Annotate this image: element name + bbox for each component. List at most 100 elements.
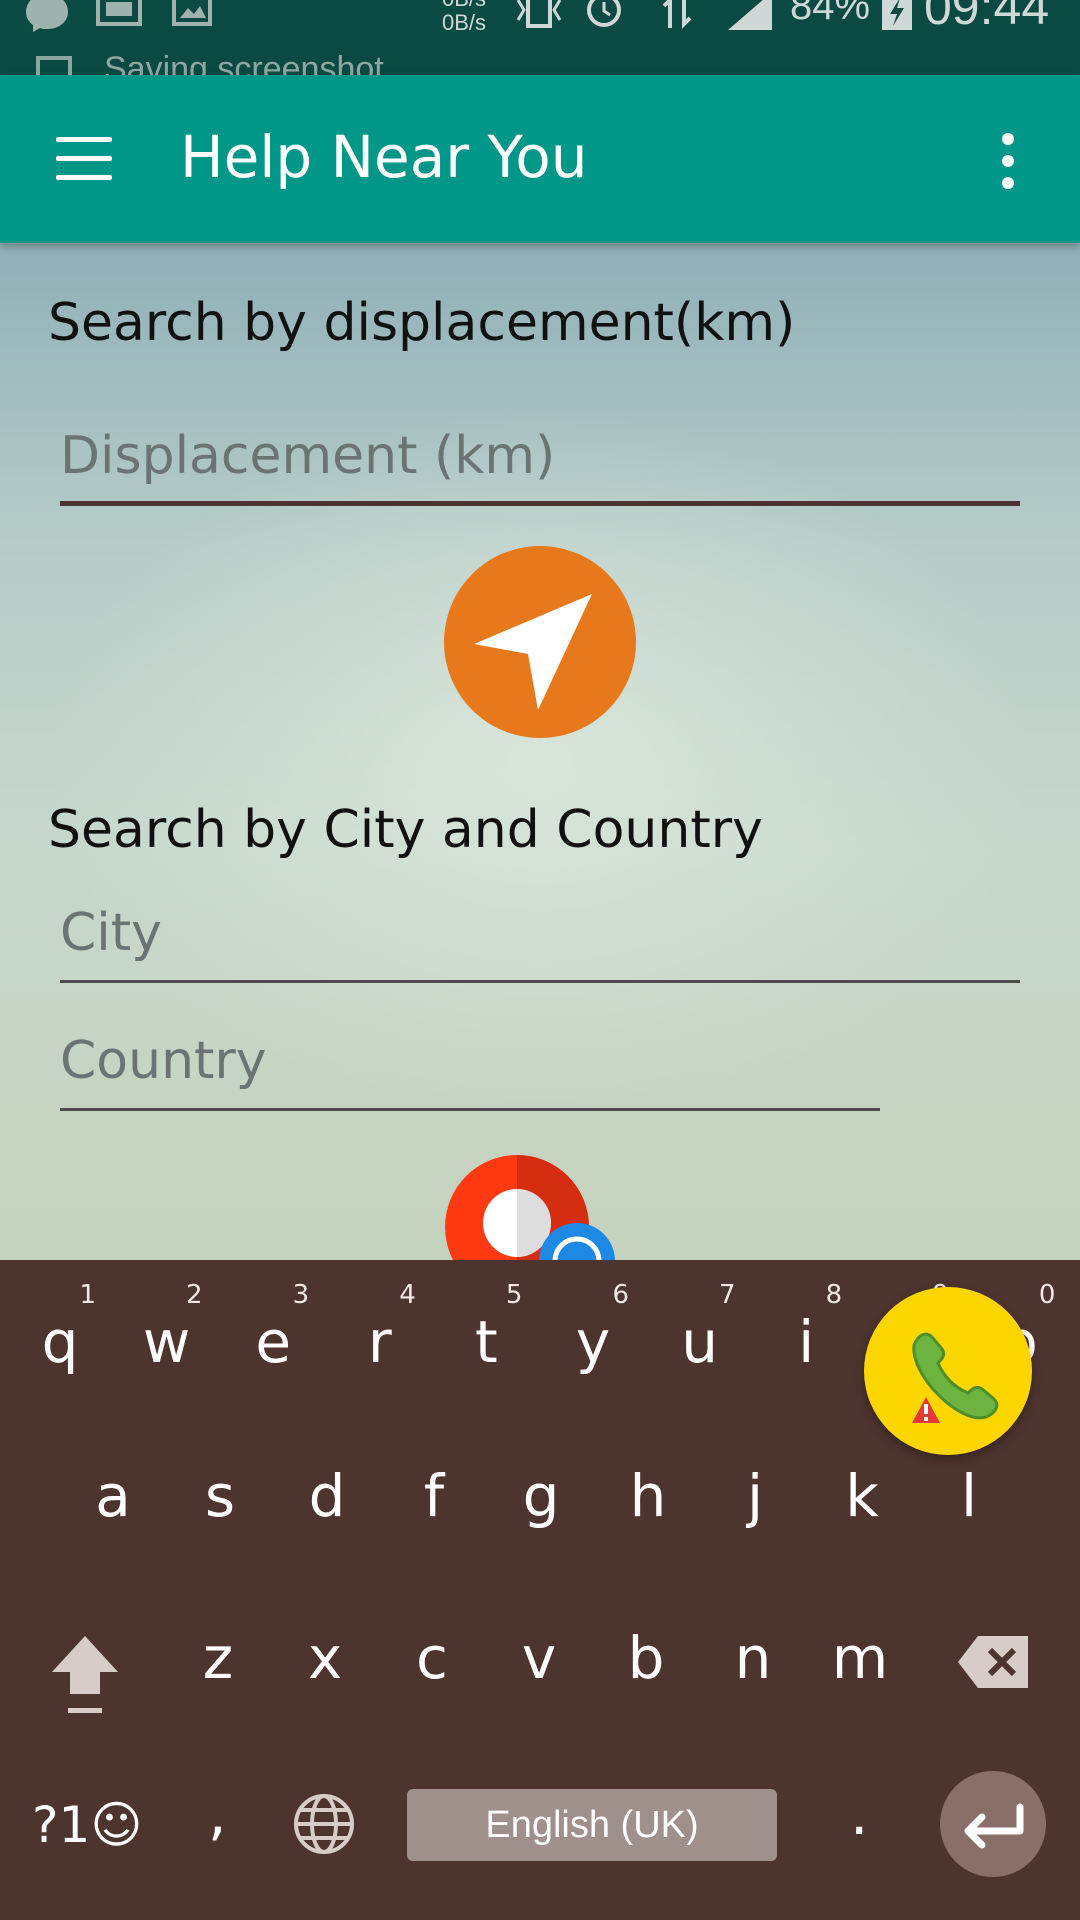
app-bar: Help Near You bbox=[0, 75, 1080, 243]
emergency-call-button[interactable] bbox=[864, 1287, 1032, 1455]
comma-key[interactable]: , bbox=[208, 1780, 226, 1848]
key-i[interactable]: 8i bbox=[758, 1260, 854, 1390]
key-v[interactable]: v bbox=[491, 1582, 587, 1712]
vibrate-icon bbox=[516, 0, 562, 28]
city-country-section-title: Search by City and Country bbox=[48, 800, 763, 860]
keyboard-notification-icon bbox=[96, 0, 142, 26]
key-label: j bbox=[746, 1462, 764, 1530]
key-label: l bbox=[960, 1462, 978, 1530]
notification-ticker: Saving screenshot... bbox=[104, 50, 413, 75]
key-label: h bbox=[629, 1462, 667, 1530]
key-f[interactable]: f bbox=[386, 1420, 482, 1550]
search-by-city-button[interactable] bbox=[443, 1153, 623, 1260]
country-input[interactable] bbox=[60, 1021, 880, 1101]
key-s[interactable]: s bbox=[172, 1420, 268, 1550]
key-e[interactable]: 3e bbox=[225, 1260, 321, 1390]
battery-percent: 84% bbox=[790, 0, 871, 28]
data-transfer-icon bbox=[662, 0, 692, 29]
country-underline bbox=[60, 1108, 880, 1111]
symbols-key[interactable]: ?1☺ bbox=[32, 1796, 142, 1854]
key-hint: 2 bbox=[186, 1280, 203, 1310]
key-m[interactable]: m bbox=[812, 1582, 908, 1712]
key-d[interactable]: d bbox=[279, 1420, 375, 1550]
key-g[interactable]: g bbox=[493, 1420, 589, 1550]
key-hint: 5 bbox=[505, 1280, 523, 1310]
alarm-icon bbox=[587, 0, 621, 27]
messenger-icon bbox=[26, 0, 68, 32]
key-label: x bbox=[307, 1624, 343, 1692]
key-label: d bbox=[308, 1462, 346, 1530]
image-notification-icon bbox=[172, 0, 212, 26]
key-label: y bbox=[575, 1308, 611, 1376]
key-hint: 4 bbox=[399, 1280, 416, 1310]
key-h[interactable]: h bbox=[600, 1420, 696, 1550]
key-c[interactable]: c bbox=[384, 1582, 480, 1712]
clock: 09:44 bbox=[924, 0, 1050, 35]
key-hint: 6 bbox=[612, 1280, 629, 1310]
network-speed-down: 0B/s bbox=[442, 10, 487, 35]
key-label: q bbox=[41, 1308, 79, 1376]
key-label: b bbox=[627, 1624, 665, 1692]
space-bar[interactable]: English (UK) bbox=[407, 1789, 777, 1861]
key-t[interactable]: 5t bbox=[438, 1260, 534, 1390]
city-underline bbox=[60, 980, 1020, 983]
app-title: Help Near You bbox=[180, 123, 588, 191]
key-label: s bbox=[204, 1462, 236, 1530]
key-label: f bbox=[423, 1462, 445, 1530]
key-z[interactable]: z bbox=[170, 1582, 266, 1712]
key-label: i bbox=[798, 1308, 815, 1376]
key-label: n bbox=[734, 1624, 772, 1692]
emergency-phone-icon bbox=[912, 1332, 999, 1423]
backspace-key-icon[interactable] bbox=[956, 1634, 1032, 1690]
key-label: u bbox=[681, 1308, 718, 1376]
key-label: r bbox=[367, 1308, 392, 1376]
key-hint: 7 bbox=[719, 1280, 736, 1310]
key-label: k bbox=[845, 1462, 879, 1530]
key-b[interactable]: b bbox=[598, 1582, 694, 1712]
key-y[interactable]: 6y bbox=[545, 1260, 641, 1390]
displacement-field bbox=[60, 416, 1020, 506]
navigation-arrow-icon bbox=[474, 594, 592, 710]
screenshot-notification-icon bbox=[36, 56, 72, 75]
signal-icon bbox=[728, 0, 772, 30]
key-x[interactable]: x bbox=[277, 1582, 373, 1712]
displacement-underline bbox=[60, 501, 1020, 506]
key-u[interactable]: 7u bbox=[652, 1260, 748, 1390]
key-label: t bbox=[475, 1308, 498, 1376]
map-pin-icon bbox=[445, 1155, 615, 1260]
city-input[interactable] bbox=[60, 893, 1020, 973]
displacement-input[interactable] bbox=[60, 416, 1020, 496]
key-q[interactable]: 1q bbox=[12, 1260, 108, 1390]
globe-language-icon[interactable] bbox=[292, 1792, 356, 1856]
key-hint: 1 bbox=[79, 1280, 96, 1310]
status-bar: 0B/s 0B/s 84% 09:44 Saving screenshot... bbox=[0, 0, 1080, 75]
period-key[interactable]: . bbox=[850, 1780, 868, 1848]
key-label: v bbox=[521, 1624, 557, 1692]
more-options-icon[interactable] bbox=[996, 133, 1020, 189]
key-label: a bbox=[95, 1462, 131, 1530]
key-label: c bbox=[416, 1624, 448, 1692]
displacement-section-title: Search by displacement(km) bbox=[48, 293, 796, 353]
enter-arrow-icon bbox=[964, 1803, 1024, 1849]
country-field bbox=[60, 1021, 880, 1111]
key-label: e bbox=[255, 1308, 292, 1376]
key-r[interactable]: 4r bbox=[332, 1260, 428, 1390]
key-label: g bbox=[522, 1462, 560, 1530]
battery-charging-icon bbox=[882, 0, 912, 30]
key-hint: 0 bbox=[1038, 1280, 1056, 1310]
shift-key-icon[interactable] bbox=[48, 1632, 122, 1718]
key-label: w bbox=[142, 1308, 191, 1376]
search-screen: Search by displacement(km) Search by Cit… bbox=[0, 243, 1080, 1455]
key-n[interactable]: n bbox=[705, 1582, 801, 1712]
key-label: m bbox=[831, 1624, 889, 1692]
key-j[interactable]: j bbox=[707, 1420, 803, 1550]
key-hint: 3 bbox=[292, 1280, 310, 1310]
enter-key[interactable] bbox=[940, 1771, 1046, 1877]
key-a[interactable]: a bbox=[65, 1420, 161, 1550]
search-by-location-button[interactable] bbox=[444, 546, 636, 738]
key-w[interactable]: 2w bbox=[119, 1260, 215, 1390]
key-hint: 8 bbox=[825, 1280, 843, 1310]
hamburger-menu-icon[interactable] bbox=[56, 137, 112, 181]
key-label: z bbox=[202, 1624, 234, 1692]
city-field bbox=[60, 893, 1020, 983]
